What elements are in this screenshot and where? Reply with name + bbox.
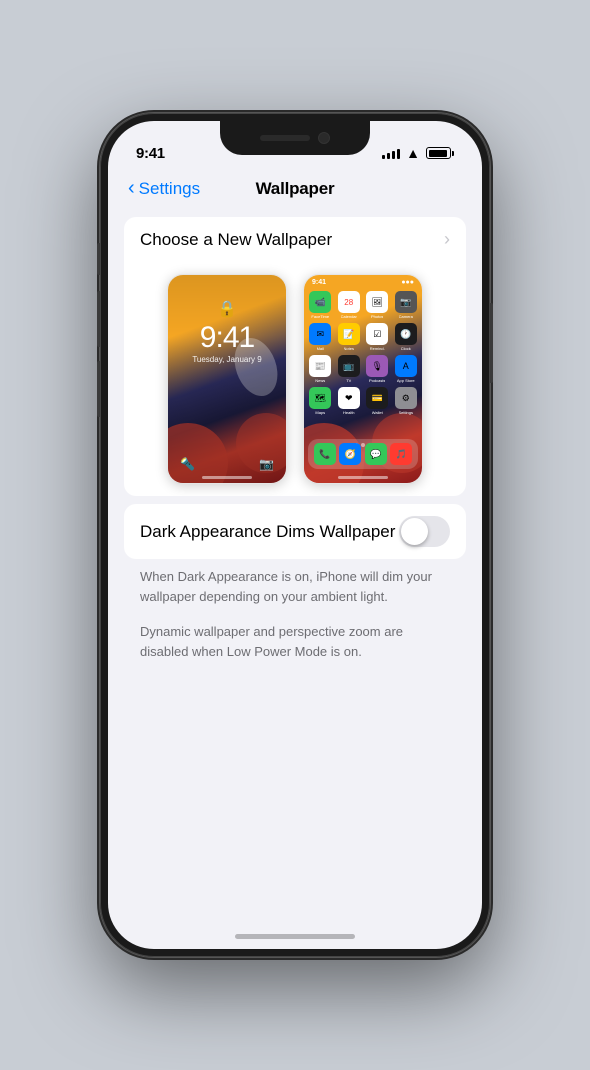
status-icons: ▲ — [382, 145, 454, 161]
wallpaper-preview-section: 🔒 9:41 Tuesday, January 9 🔦 📷 — [140, 262, 450, 496]
wifi-icon: ▲ — [406, 145, 420, 161]
camera-icon: 📷 — [259, 457, 274, 471]
phone-frame: 9:41 ▲ ‹ Sett — [100, 113, 490, 957]
app-camera: 📷 Camera — [394, 291, 419, 319]
dark-appearance-description: When Dark Appearance is on, iPhone will … — [108, 559, 482, 614]
front-camera — [318, 132, 330, 144]
lock-icon: 🔒 — [217, 299, 237, 319]
content-area: Choose a New Wallpaper › 🔒 — [108, 209, 482, 937]
app-appstore: A App Store — [394, 355, 419, 383]
signal-icon — [382, 147, 400, 159]
torch-icon: 🔦 — [180, 457, 195, 471]
app-dock: 📞 🧭 💬 🎵 — [308, 439, 418, 469]
lock-time: 9:41 — [200, 323, 254, 353]
app-podcasts: 🎙 Podcasts — [365, 355, 390, 383]
app-grid: 📹 FaceTime 28 Calendar 🖼 Photos — [304, 289, 422, 417]
power-button[interactable] — [490, 303, 493, 383]
app-clock: 🕐 Clock — [394, 323, 419, 351]
app-tv: 📺 TV — [337, 355, 362, 383]
dark-appearance-toggle[interactable] — [399, 516, 450, 547]
dark-appearance-label: Dark Appearance Dims Wallpaper — [140, 522, 395, 542]
app-notes: 📝 Notes — [337, 323, 362, 351]
app-health: ❤ Health — [337, 387, 362, 415]
volume-down-button[interactable] — [97, 361, 100, 417]
hs-signal: ●●● — [401, 279, 414, 286]
home-screen-preview[interactable]: 9:41 ●●● 📹 FaceTime 28 — [303, 274, 423, 484]
hs-home-bar — [338, 476, 388, 479]
silent-button[interactable] — [97, 243, 100, 275]
choose-chevron-icon: › — [444, 229, 450, 250]
notch — [220, 121, 370, 155]
dock-safari: 🧭 — [339, 443, 361, 465]
battery-icon — [426, 147, 454, 159]
lock-screen-preview[interactable]: 🔒 9:41 Tuesday, January 9 🔦 📷 — [167, 274, 287, 484]
home-indicator — [235, 934, 355, 939]
app-wallet: 💳 Wallet — [365, 387, 390, 415]
dock-phone: 📞 — [314, 443, 336, 465]
navigation-bar: ‹ Settings Wallpaper — [108, 171, 482, 209]
hs-time: 9:41 — [312, 279, 326, 286]
toggle-knob — [401, 518, 428, 545]
page-title: Wallpaper — [256, 179, 335, 199]
choose-wallpaper-label: Choose a New Wallpaper — [140, 230, 332, 250]
hs-status-bar: 9:41 ●●● — [304, 275, 422, 289]
back-chevron-icon: ‹ — [128, 177, 135, 200]
volume-up-button[interactable] — [97, 291, 100, 347]
dock-messages: 💬 — [365, 443, 387, 465]
low-power-description: Dynamic wallpaper and perspective zoom a… — [108, 614, 482, 677]
app-maps: 🗺 Maps — [308, 387, 333, 415]
app-reminders: ☑ Remind. — [365, 323, 390, 351]
app-calendar: 28 Calendar — [337, 291, 362, 319]
app-settings: ⚙ Settings — [394, 387, 419, 415]
speaker — [260, 135, 310, 141]
status-time: 9:41 — [136, 145, 165, 162]
dark-appearance-section: Dark Appearance Dims Wallpaper — [124, 504, 466, 559]
back-button[interactable]: ‹ Settings — [128, 178, 200, 200]
app-facetime: 📹 FaceTime — [308, 291, 333, 319]
dock-music: 🎵 — [390, 443, 412, 465]
choose-wallpaper-row[interactable]: Choose a New Wallpaper › — [124, 217, 466, 262]
lock-date: Tuesday, January 9 — [192, 355, 261, 364]
app-news: 📰 News — [308, 355, 333, 383]
choose-wallpaper-section: Choose a New Wallpaper › 🔒 — [124, 217, 466, 496]
app-mail: ✉ Mail — [308, 323, 333, 351]
back-label: Settings — [139, 179, 200, 199]
phone-screen: 9:41 ▲ ‹ Sett — [108, 121, 482, 949]
app-photos: 🖼 Photos — [365, 291, 390, 319]
home-bar — [202, 476, 252, 479]
